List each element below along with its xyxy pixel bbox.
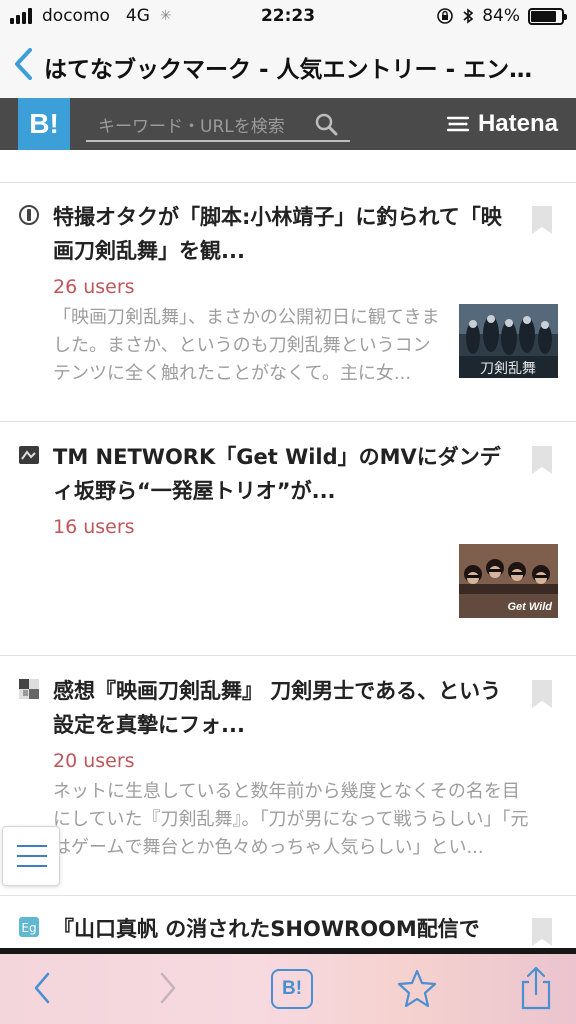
search-icon[interactable] — [314, 112, 338, 136]
site-icon: Eg — [19, 917, 39, 937]
search-input[interactable]: キーワード・URLを検索 — [86, 106, 350, 142]
divider — [0, 182, 576, 183]
back-icon[interactable] — [30, 970, 54, 1006]
list-item[interactable]: 感想『映画刀剣乱舞』 刀剣男士である、という設定を真摯にフォ... 20 use… — [0, 674, 576, 884]
bookmark-icon[interactable] — [532, 680, 552, 708]
list-item[interactable]: Eg 『山口真帆 の消されたSHOWROOM配信で — [0, 912, 576, 948]
menu-button[interactable] — [2, 826, 60, 886]
entry-title[interactable]: TM NETWORK「Get Wild」のMVにダンディ坂野ら“一発屋トリオ”が… — [53, 440, 513, 508]
entry-thumbnail[interactable]: 刀剣乱舞 — [459, 304, 558, 378]
battery-icon — [528, 7, 567, 25]
list-item[interactable]: TM NETWORK「Get Wild」のMVにダンディ坂野ら“一発屋トリオ”が… — [0, 440, 576, 640]
bluetooth-icon — [463, 8, 474, 24]
hatena-bookmark-button[interactable]: B! — [271, 969, 313, 1009]
status-bar: docomo 4G ✳ 22:23 84% — [0, 0, 576, 34]
site-icon — [19, 446, 39, 464]
entry-description: 「映画刀剣乱舞」、まさかの公開初日に観てきました。まさか、というのも刀剣乱舞とい… — [53, 307, 440, 384]
divider — [0, 895, 576, 896]
entry-title[interactable]: 感想『映画刀剣乱舞』 刀剣男士である、という設定を真摯にフォ... — [53, 674, 513, 742]
bookmark-icon[interactable] — [532, 206, 552, 234]
entry-description: ネットに生息していると数年前から幾度となくその名を目にしていた『刀剣乱舞』。「刀… — [53, 781, 529, 858]
share-icon[interactable] — [518, 964, 554, 1012]
hatena-bookmark-logo[interactable]: B! — [18, 98, 70, 150]
browser-toolbar: B! — [0, 948, 576, 1024]
search-placeholder: キーワード・URLを検索 — [98, 117, 285, 137]
rotation-lock-icon — [437, 8, 454, 24]
bookmark-icon[interactable] — [532, 918, 552, 946]
entry-thumbnail[interactable]: Get Wild — [459, 544, 558, 618]
star-icon[interactable] — [396, 968, 438, 1008]
info-circle-icon — [19, 205, 39, 225]
back-chevron-icon[interactable] — [10, 46, 36, 82]
navigation-bar: はてなブックマーク - 人気エントリー - エン… — [0, 34, 576, 98]
divider — [0, 421, 576, 422]
list-item[interactable]: 特撮オタクが「脚本:小林靖子」に釣られて「映画刀剣乱舞」を観... 26 use… — [0, 200, 576, 420]
bookmark-icon[interactable] — [532, 446, 552, 474]
thumbnail-caption: Get Wild — [507, 601, 552, 613]
hatena-logo-icon — [446, 116, 470, 132]
users-count[interactable]: 20 users — [53, 750, 135, 772]
hatena-header: B! キーワード・URLを検索 Hatena — [0, 98, 576, 150]
users-count[interactable]: 16 users — [53, 516, 135, 538]
hatena-brand-text: Hatena — [477, 110, 558, 137]
thumbnail-caption: 刀剣乱舞 — [480, 361, 536, 377]
hatena-brand-logo[interactable]: Hatena — [446, 110, 558, 138]
entry-title[interactable]: 『山口真帆 の消されたSHOWROOM配信で — [53, 912, 513, 946]
divider — [0, 655, 576, 656]
users-count[interactable]: 26 users — [53, 276, 135, 298]
svg-text:Eg: Eg — [21, 921, 36, 935]
forward-icon[interactable] — [156, 970, 180, 1006]
blog-icon — [19, 679, 39, 699]
battery-percent: 84% — [482, 6, 520, 26]
page-title: はてなブックマーク - 人気エントリー - エン… — [44, 57, 533, 83]
entry-title[interactable]: 特撮オタクが「脚本:小林靖子」に釣られて「映画刀剣乱舞」を観... — [53, 200, 513, 268]
